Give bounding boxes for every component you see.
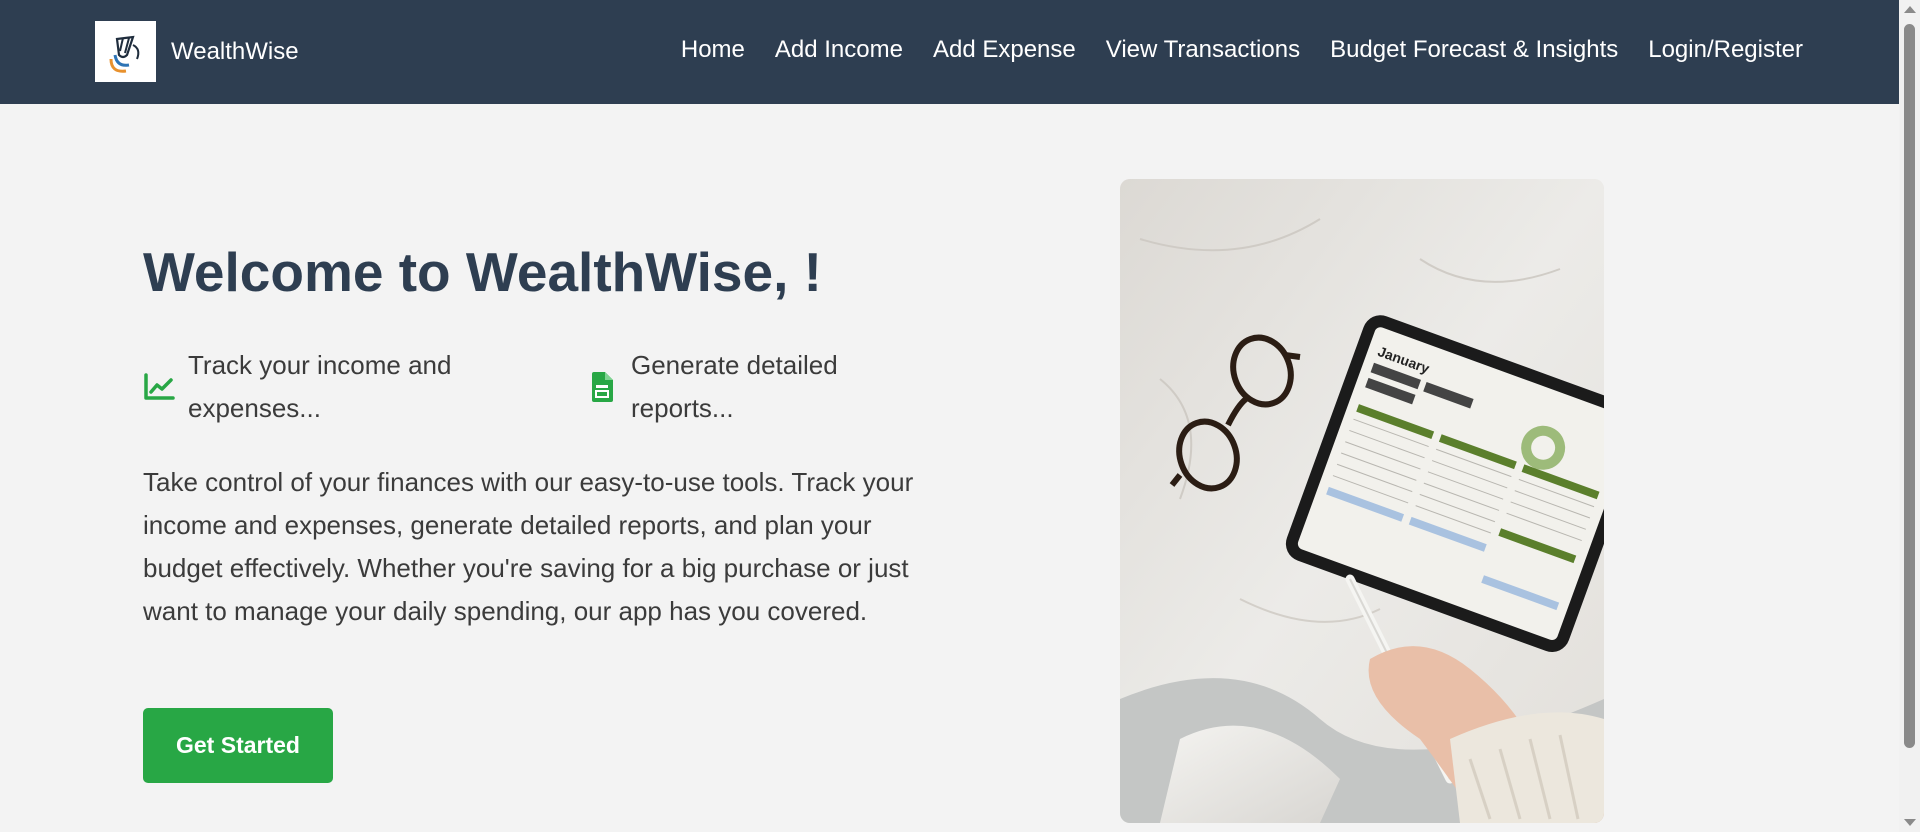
- scroll-up-arrow-icon[interactable]: [1904, 6, 1916, 13]
- nav-link-add-income[interactable]: Add Income: [775, 36, 903, 64]
- hero-image: January: [1120, 179, 1604, 823]
- feature-reports: Generate detailed reports...: [586, 344, 886, 430]
- nav-link-home[interactable]: Home: [681, 36, 745, 64]
- page-scrollbar[interactable]: [1899, 0, 1920, 832]
- scroll-down-arrow-icon[interactable]: [1904, 819, 1916, 826]
- nav-link-add-expense[interactable]: Add Expense: [933, 36, 1076, 64]
- brand-name[interactable]: WealthWise: [171, 38, 299, 66]
- document-icon: [586, 371, 618, 403]
- brand-logo[interactable]: [95, 21, 156, 82]
- wealthwise-logo-icon: [109, 35, 139, 73]
- scrollbar-thumb[interactable]: [1904, 24, 1915, 748]
- feature-track-text: Track your income and expenses...: [188, 350, 452, 423]
- hero-title: Welcome to WealthWise, !: [143, 241, 822, 303]
- main-nav: Home Add Income Add Expense View Transac…: [681, 36, 1803, 64]
- feature-track: Track your income and expenses...: [143, 344, 543, 430]
- brand[interactable]: WealthWise: [95, 21, 299, 82]
- line-chart-icon: [143, 372, 175, 402]
- top-navbar: WealthWise Home Add Income Add Expense V…: [0, 0, 1899, 104]
- hero-description: Take control of your finances with our e…: [143, 467, 914, 626]
- nav-link-budget-forecast[interactable]: Budget Forecast & Insights: [1330, 36, 1618, 64]
- nav-link-view-transactions[interactable]: View Transactions: [1106, 36, 1300, 64]
- get-started-button[interactable]: Get Started: [143, 708, 333, 783]
- nav-link-login-register[interactable]: Login/Register: [1648, 36, 1803, 64]
- feature-reports-text: Generate detailed reports...: [631, 350, 838, 423]
